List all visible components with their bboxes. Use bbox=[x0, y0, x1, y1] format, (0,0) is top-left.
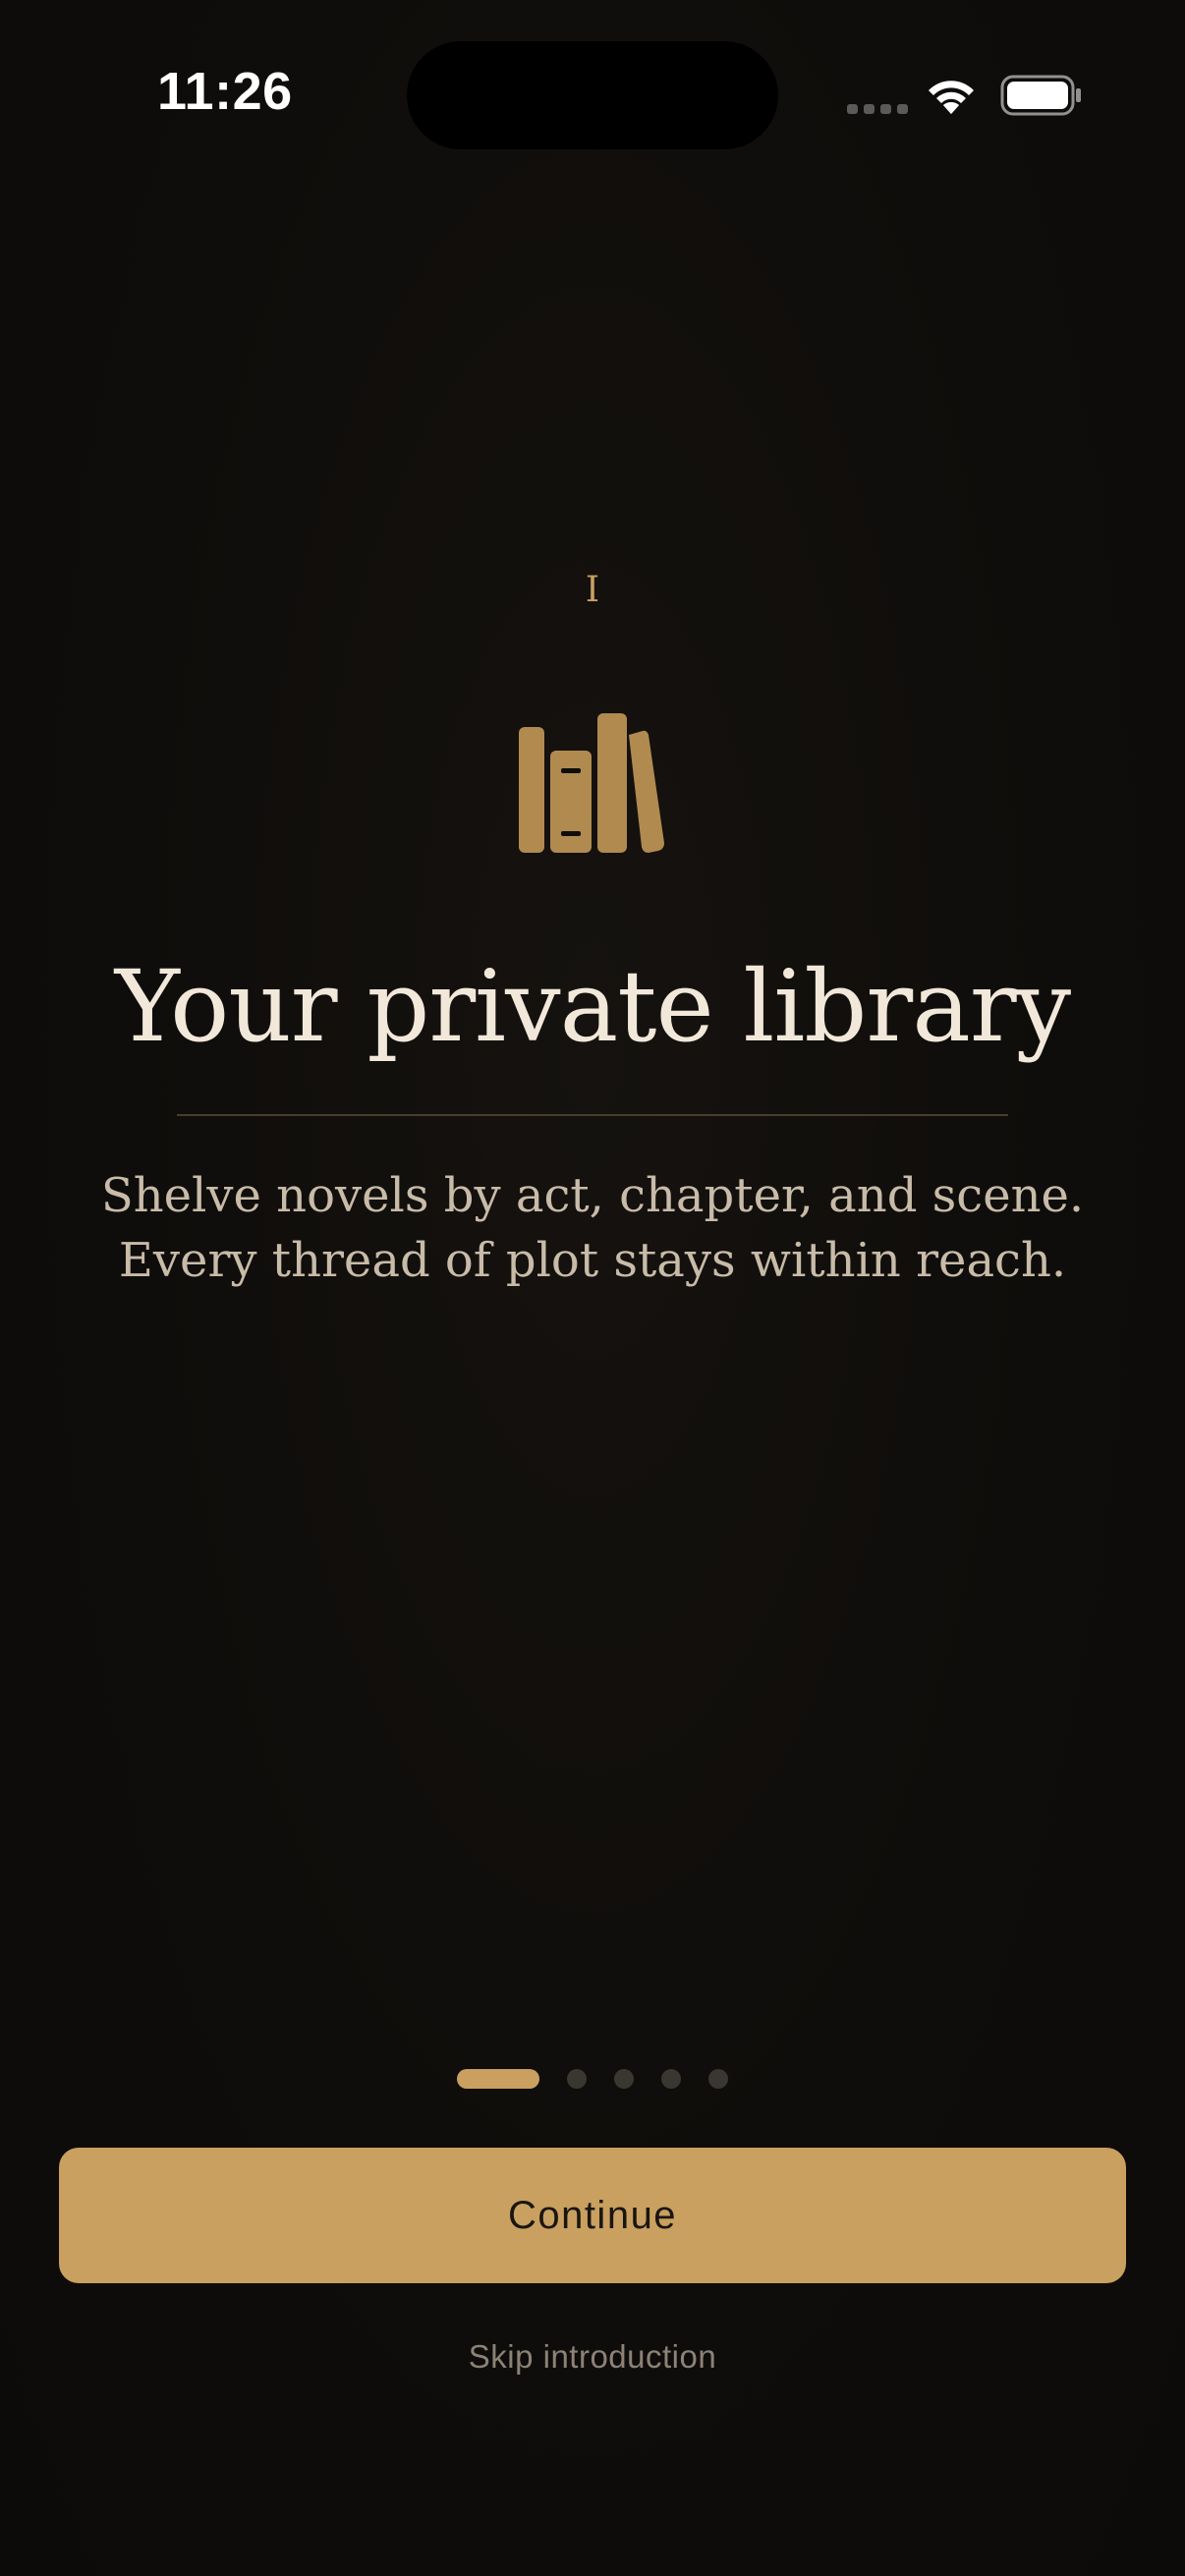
page-dot bbox=[708, 2069, 728, 2089]
page-indicator bbox=[0, 2069, 1185, 2089]
title-divider bbox=[177, 1114, 1008, 1116]
step-numeral: I bbox=[585, 570, 600, 610]
page-dot bbox=[614, 2069, 634, 2089]
wifi-icon bbox=[929, 81, 974, 114]
page-dot-active bbox=[457, 2069, 539, 2089]
description-line-2: Every thread of plot stays within reach. bbox=[118, 1233, 1067, 1288]
continue-button[interactable]: Continue bbox=[59, 2148, 1126, 2283]
skip-introduction-link[interactable]: Skip introduction bbox=[0, 2338, 1185, 2376]
onboarding-screen: 11:26 I Your private library Shelve nove… bbox=[0, 0, 1185, 2576]
battery-icon bbox=[1000, 75, 1081, 116]
cellular-signal-icon bbox=[847, 104, 908, 114]
dynamic-island bbox=[407, 41, 778, 149]
page-title: Your private library bbox=[114, 949, 1071, 1064]
page-description: Shelve novels by act, chapter, and scene… bbox=[59, 1163, 1126, 1293]
description-line-1: Shelve novels by act, chapter, and scene… bbox=[100, 1168, 1085, 1223]
status-time: 11:26 bbox=[157, 62, 293, 121]
page-dot bbox=[661, 2069, 681, 2089]
books-icon bbox=[519, 713, 664, 853]
page-dot bbox=[567, 2069, 587, 2089]
